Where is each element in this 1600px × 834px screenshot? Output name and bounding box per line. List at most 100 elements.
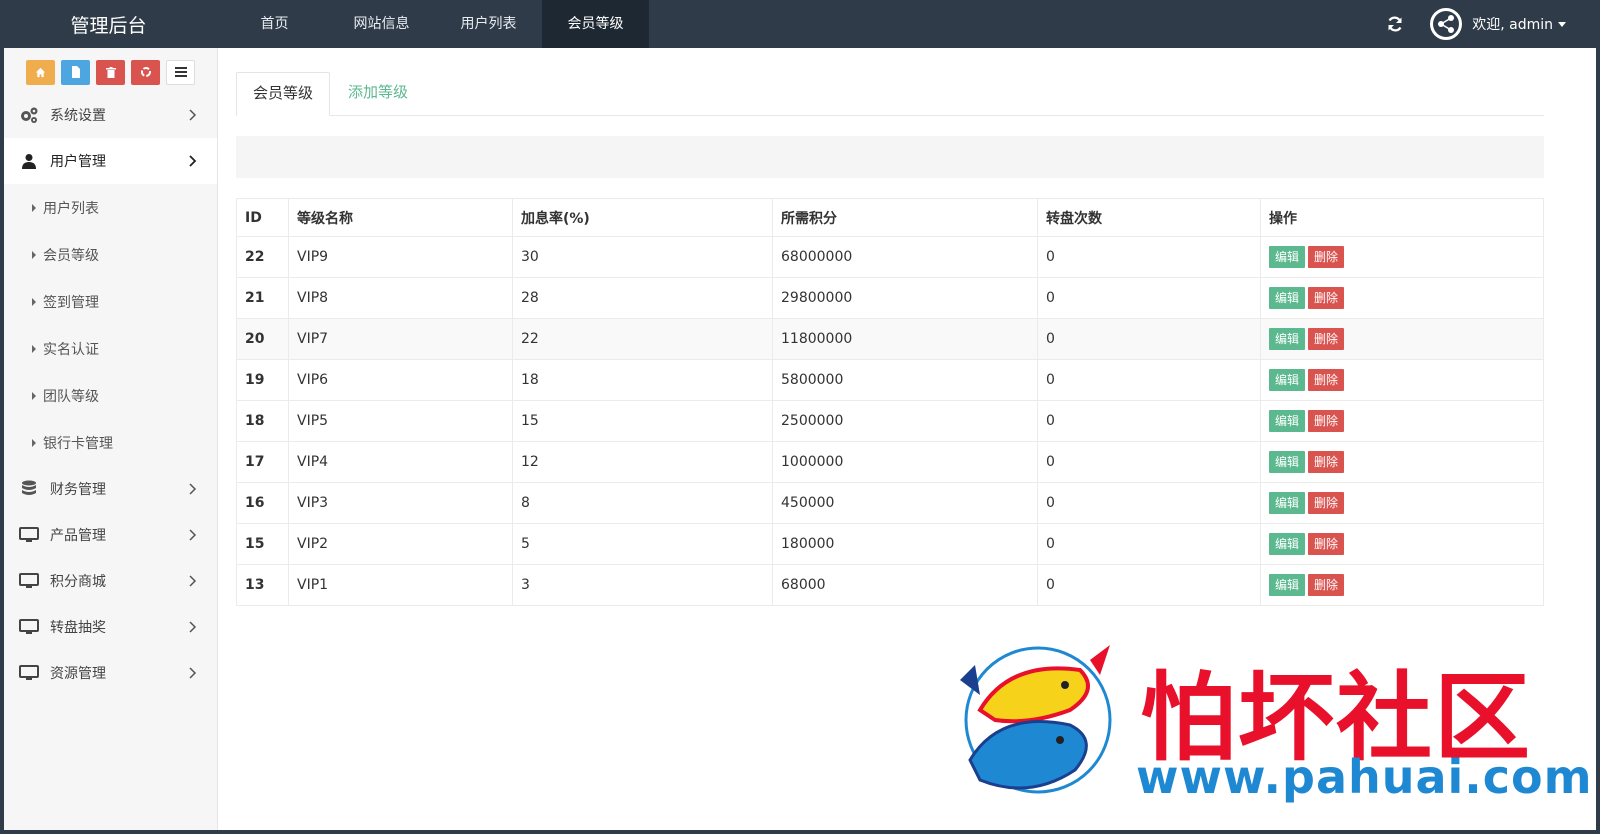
window-frame-bottom [0, 830, 1600, 834]
topnav-user-list[interactable]: 用户列表 [435, 0, 542, 48]
sidebar-item-label: 系统设置 [50, 108, 106, 124]
fish-logo-icon [960, 645, 1112, 794]
delete-button[interactable]: 删除 [1308, 287, 1345, 309]
edit-button[interactable]: 编辑 [1269, 287, 1306, 309]
trash-shortcut-button[interactable] [96, 59, 125, 85]
cell-level-name: VIP8 [288, 277, 513, 319]
submenu-bank-cards[interactable]: 银行卡管理 [4, 419, 217, 466]
tab-add-level[interactable]: 添加等级 [330, 72, 424, 116]
avatar[interactable] [1430, 8, 1463, 40]
desktop-icon [18, 572, 40, 590]
chevron-right-icon [187, 155, 199, 167]
submenu-user-list[interactable]: 用户列表 [4, 184, 217, 231]
file-shortcut-button[interactable] [61, 59, 90, 85]
refresh-icon[interactable] [1386, 15, 1404, 33]
table-row: 22 VIP9 30 68000000 0 编辑 删除 [236, 236, 1544, 278]
cell-level-name: VIP7 [288, 318, 513, 360]
cell-level-name: VIP6 [288, 359, 513, 401]
column-header-spins: 转盘次数 [1037, 198, 1261, 237]
delete-button[interactable]: 删除 [1308, 246, 1345, 268]
edit-button[interactable]: 编辑 [1269, 574, 1306, 596]
sidebar-item-label: 积分商城 [50, 574, 106, 590]
sidebar-shortcuts [4, 48, 217, 92]
cell-actions: 编辑 删除 [1260, 564, 1544, 606]
submenu-label: 实名认证 [43, 341, 99, 358]
cell-id: 22 [236, 236, 289, 278]
sidebar: 系统设置 用户管理 用户列表 会员等级 签到管理 实名认证 团队等级 银行卡管理… [4, 48, 218, 830]
topnav-home[interactable]: 首页 [221, 0, 328, 48]
delete-button[interactable]: 删除 [1308, 410, 1345, 432]
cell-rate: 12 [512, 441, 773, 483]
sidebar-item-finance[interactable]: 财务管理 [4, 466, 217, 512]
cell-id: 21 [236, 277, 289, 319]
welcome-text: 欢迎, admin [1472, 17, 1553, 33]
cell-rate: 22 [512, 318, 773, 360]
submenu-real-name-auth[interactable]: 实名认证 [4, 325, 217, 372]
list-icon [174, 67, 187, 77]
delete-button[interactable]: 删除 [1308, 451, 1345, 473]
submenu-label: 银行卡管理 [43, 435, 113, 452]
cell-actions: 编辑 删除 [1260, 318, 1544, 360]
cell-level-name: VIP1 [288, 564, 513, 606]
gears-icon [18, 106, 40, 124]
edit-button[interactable]: 编辑 [1269, 451, 1306, 473]
cell-actions: 编辑 删除 [1260, 236, 1544, 278]
app-title: 管理后台 [70, 14, 147, 37]
edit-button[interactable]: 编辑 [1269, 246, 1306, 268]
edit-button[interactable]: 编辑 [1269, 533, 1306, 555]
delete-button[interactable]: 删除 [1308, 533, 1345, 555]
topnav-site-info[interactable]: 网站信息 [328, 0, 435, 48]
cell-rate: 18 [512, 359, 773, 401]
edit-button[interactable]: 编辑 [1269, 410, 1306, 432]
caret-right-icon [32, 203, 36, 212]
submenu-checkin[interactable]: 签到管理 [4, 278, 217, 325]
cell-id: 16 [236, 482, 289, 524]
sidebar-item-label: 财务管理 [50, 482, 106, 498]
cell-points: 68000000 [772, 236, 1038, 278]
delete-button[interactable]: 删除 [1308, 574, 1345, 596]
submenu-member-levels[interactable]: 会员等级 [4, 231, 217, 278]
delete-button[interactable]: 删除 [1308, 328, 1345, 350]
list-shortcut-button[interactable] [166, 59, 195, 85]
cell-actions: 编辑 删除 [1260, 277, 1544, 319]
table-row: 20 VIP7 22 11800000 0 编辑 删除 [236, 318, 1544, 360]
submenu-team-levels[interactable]: 团队等级 [4, 372, 217, 419]
cell-actions: 编辑 删除 [1260, 400, 1544, 442]
sidebar-item-label: 资源管理 [50, 666, 106, 682]
top-navbar: 管理后台 首页 网站信息 用户列表 会员等级 欢迎, admin [4, 0, 1596, 48]
home-shortcut-button[interactable] [26, 59, 55, 85]
sidebar-item-resources[interactable]: 资源管理 [4, 650, 217, 696]
edit-button[interactable]: 编辑 [1269, 328, 1306, 350]
table-header-row: ID 等级名称 加息率(%) 所需积分 转盘次数 操作 [236, 198, 1544, 237]
sidebar-item-user-management[interactable]: 用户管理 [4, 138, 217, 184]
cell-points: 11800000 [772, 318, 1038, 360]
cell-id: 20 [236, 318, 289, 360]
cell-points: 29800000 [772, 277, 1038, 319]
table-row: 15 VIP2 5 180000 0 编辑 删除 [236, 523, 1544, 565]
sidebar-item-label: 转盘抽奖 [50, 620, 106, 636]
delete-button[interactable]: 删除 [1308, 492, 1345, 514]
trash-icon [105, 66, 116, 78]
topnav-member-levels[interactable]: 会员等级 [542, 0, 649, 48]
cell-level-name: VIP5 [288, 400, 513, 442]
sidebar-item-lucky-wheel[interactable]: 转盘抽奖 [4, 604, 217, 650]
sidebar-item-system-settings[interactable]: 系统设置 [4, 92, 217, 138]
chevron-right-icon [187, 667, 199, 679]
user-menu[interactable]: 欢迎, admin [1472, 14, 1566, 34]
sidebar-item-points-mall[interactable]: 积分商城 [4, 558, 217, 604]
table-row: 21 VIP8 28 29800000 0 编辑 删除 [236, 277, 1544, 319]
submenu-label: 会员等级 [43, 247, 99, 264]
caret-right-icon [32, 391, 36, 400]
recycle-shortcut-button[interactable] [131, 59, 160, 85]
chevron-right-icon [187, 575, 199, 587]
edit-button[interactable]: 编辑 [1269, 492, 1306, 514]
column-header-rate: 加息率(%) [512, 198, 773, 237]
edit-button[interactable]: 编辑 [1269, 369, 1306, 391]
chevron-right-icon [187, 529, 199, 541]
cell-spins: 0 [1037, 359, 1261, 401]
submenu-label: 用户列表 [43, 200, 99, 217]
cell-points: 68000 [772, 564, 1038, 606]
sidebar-item-products[interactable]: 产品管理 [4, 512, 217, 558]
tab-member-levels[interactable]: 会员等级 [236, 72, 331, 116]
delete-button[interactable]: 删除 [1308, 369, 1345, 391]
